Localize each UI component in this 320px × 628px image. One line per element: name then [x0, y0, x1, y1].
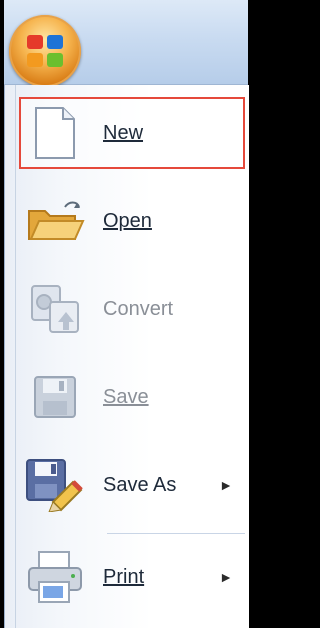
- menu-item-new[interactable]: New: [19, 97, 245, 169]
- menu-item-open[interactable]: Open: [19, 185, 245, 257]
- submenu-arrow-icon: ►: [219, 569, 233, 585]
- save-disk-icon: [25, 367, 85, 427]
- menu-gutter: [15, 85, 16, 628]
- menu-item-save[interactable]: Save: [19, 361, 245, 433]
- print-label: Print: [103, 565, 145, 588]
- menu-item-label: Open: [103, 210, 152, 233]
- office-menu-window: New Open Convert Save Save As ► Print ►: [0, 0, 250, 628]
- menu-item-label: New: [103, 122, 143, 145]
- save-as-icon: [25, 455, 85, 515]
- file-menu: New Open Convert Save Save As ► Print ►: [4, 85, 249, 628]
- office-button[interactable]: [9, 15, 81, 87]
- convert-label: Convert: [103, 297, 174, 320]
- menu-item-label: Save As: [103, 474, 176, 497]
- open-folder-icon: [25, 191, 85, 251]
- submenu-arrow-icon: ►: [219, 477, 233, 493]
- new-document-icon: [25, 103, 85, 163]
- menu-item-print[interactable]: Print ►: [19, 541, 245, 613]
- open-label: Open: [103, 209, 152, 232]
- menu-item-save-as[interactable]: Save As ►: [19, 449, 245, 521]
- convert-icon: [25, 279, 85, 339]
- menu-item-label: Save: [103, 386, 149, 409]
- printer-icon: [25, 547, 85, 607]
- menu-item-convert[interactable]: Convert: [19, 273, 245, 345]
- save-label: Save: [103, 385, 149, 408]
- new-label: New: [103, 121, 144, 144]
- menu-item-label: Print: [103, 566, 144, 589]
- save-as-label: Save As: [103, 473, 177, 496]
- menu-item-label: Convert: [103, 298, 173, 321]
- menu-separator: [107, 533, 245, 534]
